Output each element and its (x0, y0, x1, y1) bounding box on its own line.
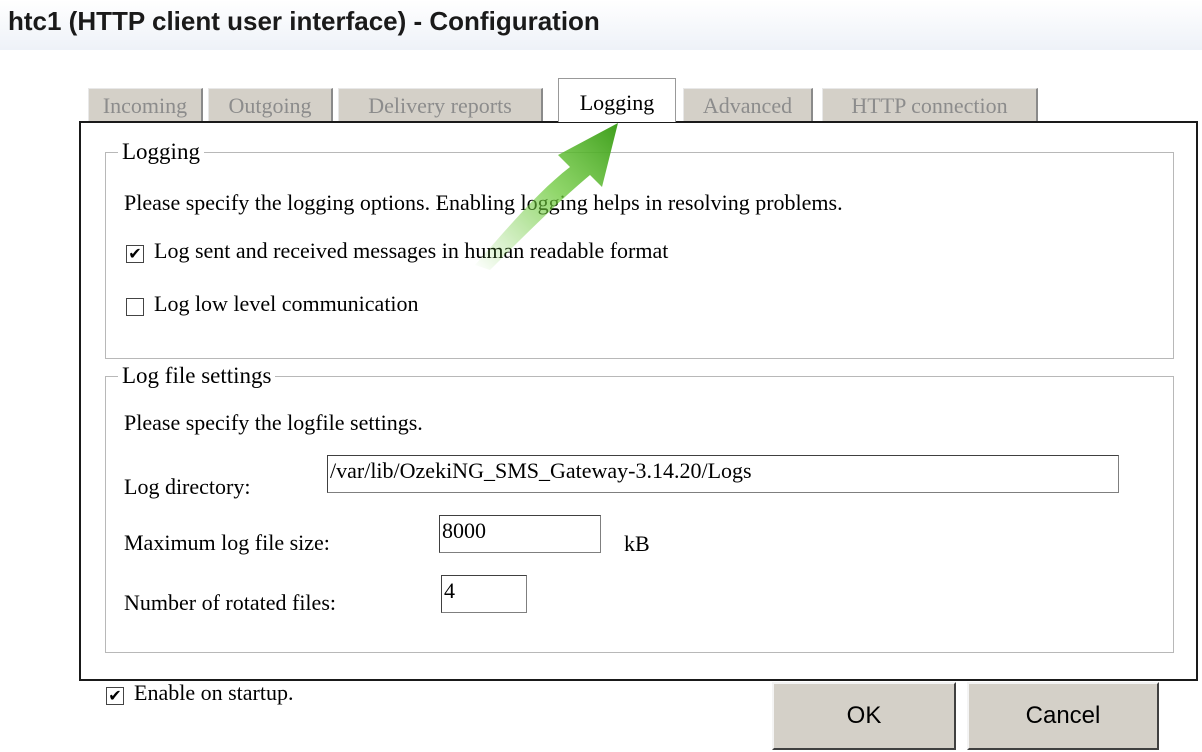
log-low-level-checkbox[interactable] (126, 298, 144, 316)
logging-tab-panel: Logging Please specify the logging optio… (79, 121, 1198, 681)
tab-incoming[interactable]: Incoming (88, 88, 203, 121)
cancel-button[interactable]: Cancel (967, 682, 1159, 750)
enable-on-startup-label[interactable]: Enable on startup. (134, 680, 293, 706)
tab-delivery-reports[interactable]: Delivery reports (338, 88, 543, 121)
check-mark-icon: ✔ (108, 686, 122, 705)
logging-group-legend: Logging (122, 139, 200, 164)
log-directory-label: Log directory: (124, 474, 251, 499)
tab-advanced[interactable]: Advanced (683, 88, 813, 121)
max-log-size-unit: kB (624, 531, 650, 556)
logging-description: Please specify the logging options. Enab… (124, 190, 843, 215)
log-messages-checkbox[interactable]: ✔ (126, 245, 144, 263)
max-log-size-label: Maximum log file size: (124, 530, 330, 555)
title-bar: htc1 (HTTP client user interface) - Conf… (0, 0, 1202, 50)
log-low-level-label[interactable]: Log low level communication (154, 291, 419, 317)
log-directory-input[interactable]: /var/lib/OzekiNG_SMS_Gateway-3.14.20/Log… (327, 455, 1119, 493)
ok-button[interactable]: OK (772, 682, 956, 750)
window-title: htc1 (HTTP client user interface) - Conf… (8, 6, 600, 36)
tab-outgoing[interactable]: Outgoing (208, 88, 333, 121)
tab-logging[interactable]: Logging (558, 78, 676, 122)
enable-on-startup-checkbox[interactable]: ✔ (106, 687, 124, 705)
max-log-size-input[interactable]: 8000 (439, 515, 601, 553)
check-mark-icon: ✔ (128, 244, 142, 263)
tab-http-connection[interactable]: HTTP connection (822, 88, 1038, 121)
logfile-description: Please specify the logfile settings. (124, 410, 423, 435)
rotated-files-input[interactable]: 4 (441, 575, 527, 613)
log-messages-label[interactable]: Log sent and received messages in human … (154, 238, 668, 264)
log-file-settings-legend: Log file settings (122, 363, 272, 388)
rotated-files-label: Number of rotated files: (124, 590, 336, 615)
